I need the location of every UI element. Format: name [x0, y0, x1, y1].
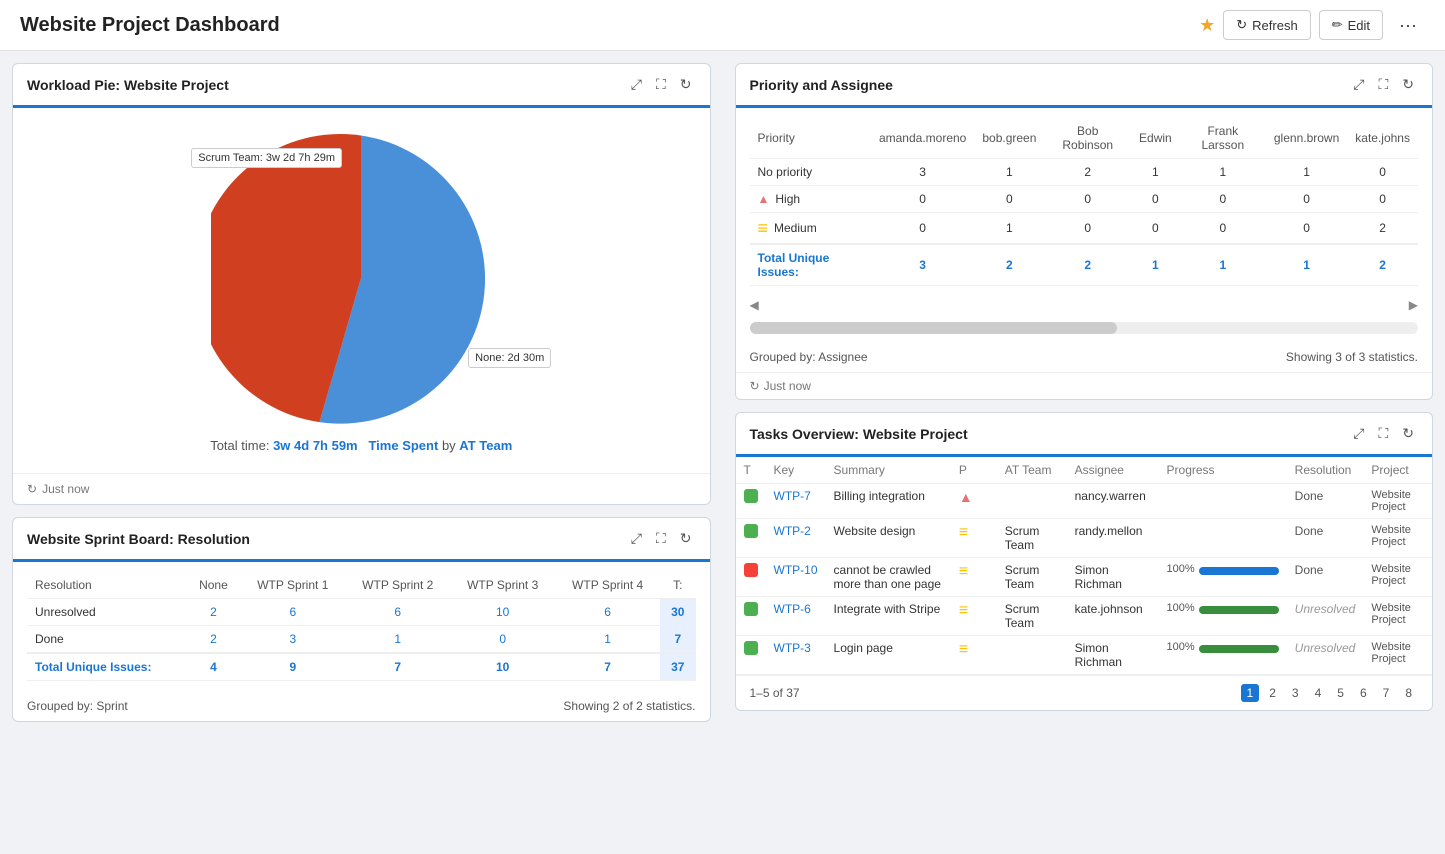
priority-medium-icon4: ≡: [959, 641, 968, 658]
priority-row-high: ▲ High 0 0 0 0 0 0 0: [750, 186, 1419, 213]
page-5[interactable]: 5: [1331, 684, 1350, 702]
task-row-wtp6: WTP-6 Integrate with Stripe ≡ Scrum Team…: [736, 597, 1433, 636]
fullscreen-icon[interactable]: ⛶: [652, 74, 670, 95]
priority-row-none: No priority 3 1 2 1 1 1 0: [750, 159, 1419, 186]
edit-icon: ✏: [1332, 17, 1343, 33]
sprint-board-title: Website Sprint Board: Resolution: [27, 531, 250, 547]
priority-totals-row: Total Unique Issues: 3 2 2 1 1 1 2: [750, 244, 1419, 286]
task-type-bug-icon: [744, 563, 758, 577]
sprint-row-totals: Total Unique Issues: 4 9 7 10 7 37: [27, 653, 696, 681]
sprint-board-panel: Website Sprint Board: Resolution ⤢ ⛶ ↻ R…: [12, 517, 711, 722]
scroll-arrows[interactable]: ◀ ▶: [736, 296, 1433, 314]
sprint-footer: Grouped by: Sprint Showing 2 of 2 statis…: [13, 691, 710, 721]
sprint-col-s4: WTP Sprint 4: [555, 572, 660, 599]
page-6[interactable]: 6: [1354, 684, 1373, 702]
page-header: Website Project Dashboard ★ ↻ Refresh ✏ …: [0, 0, 1445, 51]
page-2[interactable]: 2: [1263, 684, 1282, 702]
tasks-table: T Key Summary P AT Team Assignee Progres…: [736, 457, 1433, 675]
refresh-pie-icon[interactable]: ↻: [676, 74, 696, 95]
page-1[interactable]: 1: [1241, 684, 1260, 702]
fullscreen-tasks-icon[interactable]: ⛶: [1374, 423, 1392, 444]
expand-sprint-icon[interactable]: ⤢: [627, 528, 646, 549]
sprint-col-resolution: Resolution: [27, 572, 187, 599]
page-3[interactable]: 3: [1286, 684, 1305, 702]
pie-just-now: Just now: [42, 482, 89, 496]
medium-priority-icon: ≡: [758, 219, 769, 237]
priority-scrollbar[interactable]: [750, 322, 1419, 334]
task-row-wtp2: WTP-2 Website design ≡ Scrum Team randy.…: [736, 519, 1433, 558]
refresh-priority-icon[interactable]: ↻: [1398, 74, 1418, 95]
pie-refresh-icon: ↻: [27, 482, 37, 496]
pie-label-scrum: Scrum Team: 3w 2d 7h 29m: [191, 148, 342, 168]
fullscreen-priority-icon[interactable]: ⛶: [1374, 74, 1392, 95]
expand-priority-icon[interactable]: ⤢: [1349, 74, 1368, 95]
priority-row-medium: ≡ Medium 0 1 0 0 0 0 2: [750, 213, 1419, 245]
priority-assignee-panel: Priority and Assignee ⤢ ⛶ ↻ Priority ama…: [735, 63, 1434, 400]
priority-assignee-title: Priority and Assignee: [750, 77, 893, 93]
fullscreen-sprint-icon[interactable]: ⛶: [652, 528, 670, 549]
pie-label-none: None: 2d 30m: [468, 348, 551, 368]
workload-pie-title: Workload Pie: Website Project: [27, 77, 229, 93]
sprint-col-s2: WTP Sprint 2: [345, 572, 450, 599]
sprint-col-s1: WTP Sprint 1: [240, 572, 345, 599]
priority-medium-icon3: ≡: [959, 602, 968, 619]
sprint-col-none: None: [187, 572, 241, 599]
page-7[interactable]: 7: [1377, 684, 1396, 702]
priority-medium-icon: ≡: [959, 524, 968, 541]
tasks-pagination: 1–5 of 37 1 2 3 4 5 6 7 8: [736, 675, 1433, 710]
task-type-icon3: [744, 602, 758, 616]
sprint-row-unresolved: Unresolved 2 6 6 10 6 30: [27, 599, 696, 626]
sprint-row-done: Done 2 3 1 0 1 7: [27, 626, 696, 654]
task-row-wtp3: WTP-3 Login page ≡ Simon Richman 100%: [736, 636, 1433, 675]
page-8[interactable]: 8: [1399, 684, 1418, 702]
tasks-overview-title: Tasks Overview: Website Project: [750, 426, 968, 442]
refresh-tasks-icon[interactable]: ↻: [1398, 423, 1418, 444]
star-icon[interactable]: ★: [1199, 15, 1215, 36]
task-row-wtp7: WTP-7 Billing integration ▲ nancy.warren…: [736, 484, 1433, 519]
task-row-wtp10: WTP-10 cannot be crawled more than one p…: [736, 558, 1433, 597]
workload-pie-panel: Workload Pie: Website Project ⤢ ⛶ ↻ Scru…: [12, 63, 711, 505]
pie-chart: [211, 128, 511, 428]
task-type-icon4: [744, 641, 758, 655]
sprint-col-total: T:: [660, 572, 695, 599]
priority-footer: Grouped by: Assignee Showing 3 of 3 stat…: [736, 342, 1433, 372]
refresh-icon: ↻: [1236, 17, 1247, 33]
expand-tasks-icon[interactable]: ⤢: [1349, 423, 1368, 444]
header-actions: ★ ↻ Refresh ✏ Edit ···: [1199, 10, 1425, 40]
edit-button[interactable]: ✏ Edit: [1319, 10, 1383, 40]
refresh-button[interactable]: ↻ Refresh: [1223, 10, 1310, 40]
refresh-sprint-icon[interactable]: ↻: [676, 528, 696, 549]
priority-high-icon: ▲: [959, 489, 973, 505]
priority-table: Priority amanda.moreno bob.green Bob Rob…: [750, 118, 1419, 286]
priority-medium-icon2: ≡: [959, 563, 968, 580]
page-numbers[interactable]: 1 2 3 4 5 6 7 8: [1241, 684, 1419, 702]
page-4[interactable]: 4: [1309, 684, 1328, 702]
sprint-col-s3: WTP Sprint 3: [450, 572, 555, 599]
tasks-overview-panel: Tasks Overview: Website Project ⤢ ⛶ ↻ T …: [735, 412, 1434, 711]
priority-just-now: ↻ Just now: [736, 372, 1433, 399]
sprint-table: Resolution None WTP Sprint 1 WTP Sprint …: [27, 572, 696, 681]
task-type-icon: [744, 489, 758, 503]
high-priority-icon: ▲: [758, 192, 770, 206]
page-title: Website Project Dashboard: [20, 14, 280, 37]
expand-icon[interactable]: ⤢: [627, 74, 646, 95]
task-type-icon: [744, 524, 758, 538]
more-button[interactable]: ···: [1391, 11, 1425, 40]
just-now-icon: ↻: [750, 379, 760, 393]
